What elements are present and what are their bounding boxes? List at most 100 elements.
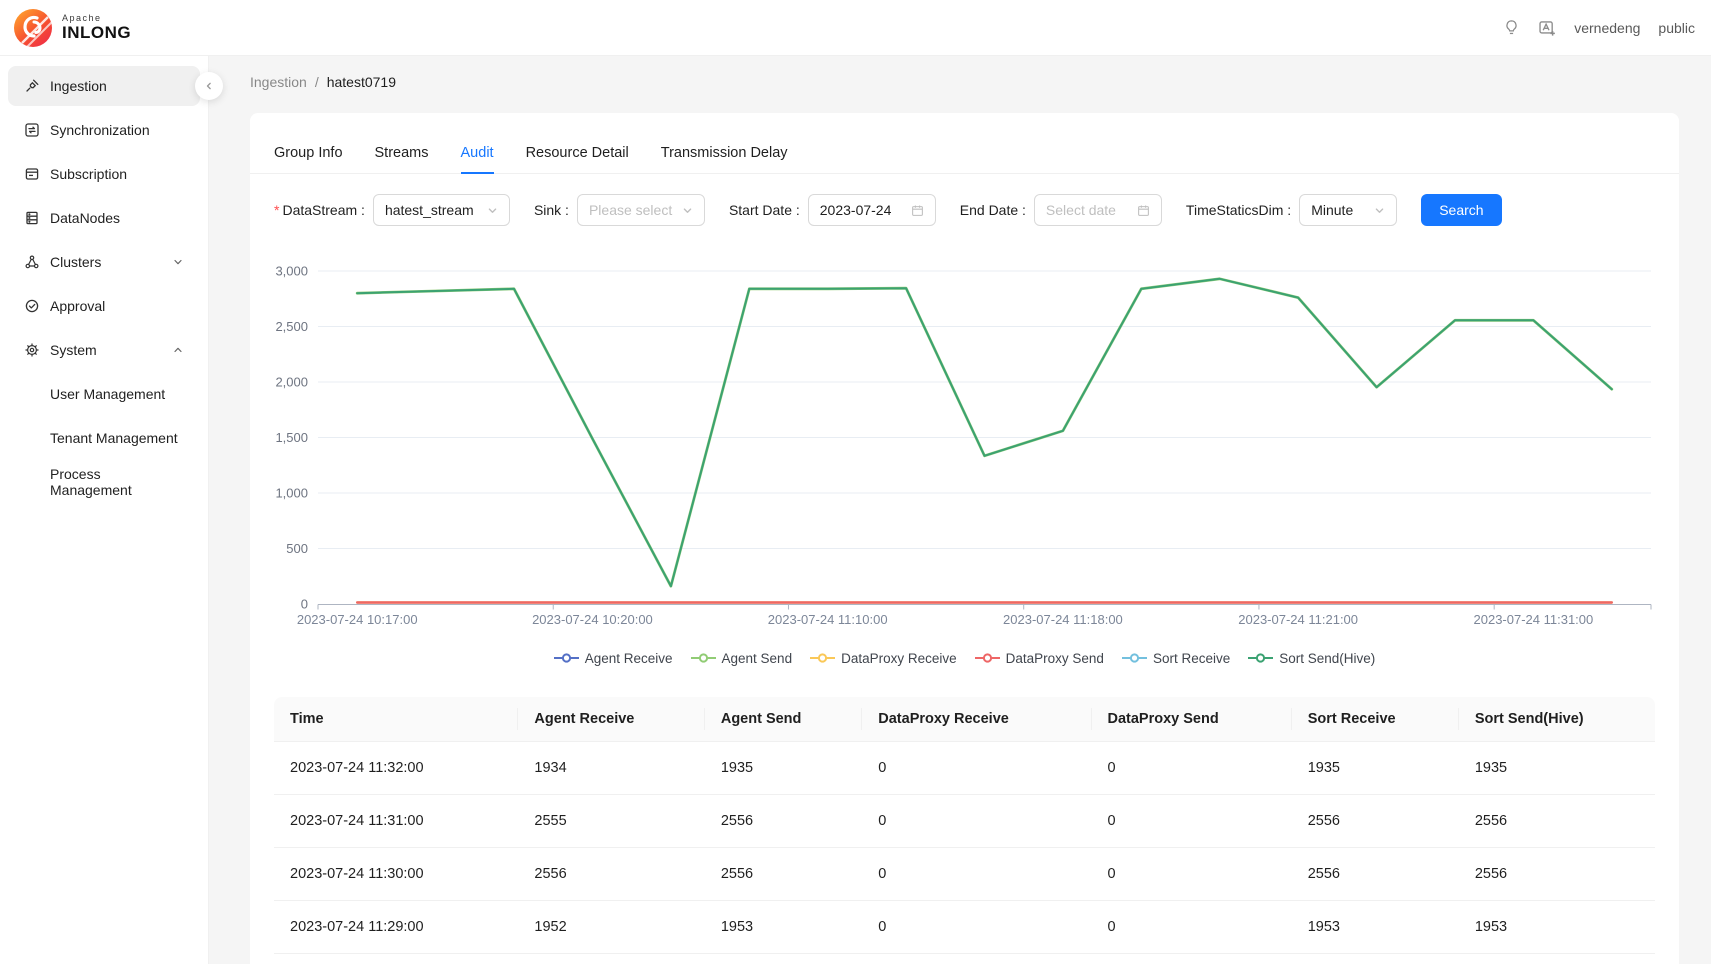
chevron-down-icon bbox=[487, 205, 498, 216]
table-cell: 2023-07-24 11:29:00 bbox=[274, 901, 518, 954]
tab-resource-detail[interactable]: Resource Detail bbox=[526, 135, 629, 173]
legend-label: Agent Send bbox=[722, 651, 793, 666]
table-cell: 2023-07-24 11:31:00 bbox=[274, 795, 518, 848]
x-axis-label: 2023-07-24 11:21:00 bbox=[1238, 612, 1358, 627]
sidebar-item-label: Synchronization bbox=[50, 122, 150, 138]
datastream-select[interactable]: hatest_stream bbox=[373, 194, 510, 226]
chevron-down-icon bbox=[682, 205, 693, 216]
subscription-icon bbox=[24, 166, 40, 182]
plug-icon bbox=[24, 78, 40, 94]
legend-item-dataproxy-receive[interactable]: DataProxy Receive bbox=[810, 651, 957, 666]
legend-item-sort-send-hive-[interactable]: Sort Send(Hive) bbox=[1248, 651, 1375, 666]
y-axis-label: 0 bbox=[301, 597, 308, 612]
table-cell: 0 bbox=[862, 848, 1091, 901]
sink-label: Sink : bbox=[534, 202, 569, 218]
table-cell: 1935 bbox=[1459, 742, 1655, 795]
table-cell: 2556 bbox=[1459, 848, 1655, 901]
legend-marker-icon bbox=[1248, 653, 1273, 663]
y-axis-label: 3,000 bbox=[275, 264, 308, 279]
end-date-label: End Date : bbox=[960, 202, 1026, 218]
table-cell: 2555 bbox=[518, 795, 704, 848]
sync-icon bbox=[24, 122, 40, 138]
chevron-down-icon bbox=[172, 256, 184, 268]
chart-legend: Agent Receive Agent Send DataProxy Receive… bbox=[250, 647, 1679, 669]
sidebar-item-tenant-management[interactable]: Tenant Management bbox=[8, 418, 200, 458]
main-content: Ingestion / hatest0719 Group Info Stream… bbox=[209, 56, 1711, 964]
legend-item-dataproxy-send[interactable]: DataProxy Send bbox=[975, 651, 1104, 666]
table-row: 2023-07-24 11:30:00255625560025562556 bbox=[274, 848, 1655, 901]
calendar-icon bbox=[1137, 204, 1150, 217]
legend-item-agent-send[interactable]: Agent Send bbox=[691, 651, 793, 666]
series-line-agent-send bbox=[357, 279, 1612, 586]
legend-label: Sort Send(Hive) bbox=[1279, 651, 1375, 666]
y-axis-label: 1,000 bbox=[275, 486, 308, 501]
tab-transmission-delay[interactable]: Transmission Delay bbox=[661, 135, 788, 173]
table-row: 2023-07-24 11:29:00195219530019531953 bbox=[274, 901, 1655, 954]
sidebar-item-system[interactable]: System bbox=[8, 330, 200, 370]
table-cell: 1953 bbox=[1292, 901, 1459, 954]
app-logo[interactable]: Apache INLONG bbox=[14, 9, 131, 47]
sidebar-item-datanodes[interactable]: DataNodes bbox=[8, 198, 200, 238]
breadcrumb-parent[interactable]: Ingestion bbox=[250, 74, 307, 90]
end-date-picker[interactable] bbox=[1034, 194, 1162, 226]
search-button[interactable]: Search bbox=[1421, 194, 1501, 226]
legend-item-sort-receive[interactable]: Sort Receive bbox=[1122, 651, 1230, 666]
tab-streams[interactable]: Streams bbox=[375, 135, 429, 173]
table-header-cell: Agent Receive bbox=[518, 697, 704, 742]
table-cell: 0 bbox=[862, 742, 1091, 795]
detail-card: Group Info Streams Audit Resource Detail… bbox=[250, 113, 1679, 964]
end-date-input[interactable] bbox=[1046, 202, 1131, 218]
start-date-picker[interactable] bbox=[808, 194, 936, 226]
series-line-agent-receive bbox=[357, 279, 1612, 586]
sidebar-subitem-label: Tenant Management bbox=[50, 430, 178, 446]
x-axis-label: 2023-07-24 11:31:00 bbox=[1474, 612, 1594, 627]
audit-table: TimeAgent ReceiveAgent SendDataProxy Rec… bbox=[274, 697, 1655, 954]
legend-item-agent-receive[interactable]: Agent Receive bbox=[554, 651, 673, 666]
table-header-cell: Agent Send bbox=[705, 697, 862, 742]
sidebar-item-user-management[interactable]: User Management bbox=[8, 374, 200, 414]
sink-select[interactable]: Please select bbox=[577, 194, 705, 226]
sidebar-item-label: Ingestion bbox=[50, 78, 107, 94]
x-axis-label: 2023-07-24 11:18:00 bbox=[1003, 612, 1123, 627]
start-date-input[interactable] bbox=[820, 202, 905, 218]
table-cell: 0 bbox=[1092, 901, 1292, 954]
audit-chart: 05001,0001,5002,0002,5003,0002023-07-24 … bbox=[250, 240, 1679, 669]
timestaticsdim-select[interactable]: Minute bbox=[1299, 194, 1397, 226]
username-label[interactable]: vernedeng bbox=[1574, 20, 1640, 36]
sidebar-item-ingestion[interactable]: Ingestion bbox=[8, 66, 200, 106]
legend-marker-icon bbox=[810, 653, 835, 663]
table-cell: 0 bbox=[862, 901, 1091, 954]
sidebar-item-subscription[interactable]: Subscription bbox=[8, 154, 200, 194]
table-cell: 1935 bbox=[1292, 742, 1459, 795]
table-cell: 1953 bbox=[705, 901, 862, 954]
y-axis-label: 2,000 bbox=[275, 375, 308, 390]
table-cell: 1953 bbox=[1459, 901, 1655, 954]
breadcrumb-separator: / bbox=[315, 74, 319, 90]
table-header-cell: DataProxy Send bbox=[1092, 697, 1292, 742]
legend-marker-icon bbox=[554, 653, 579, 663]
table-header-cell: Sort Receive bbox=[1292, 697, 1459, 742]
sidebar-collapse-button[interactable] bbox=[195, 72, 223, 100]
legend-label: Sort Receive bbox=[1153, 651, 1230, 666]
sidebar-item-synchronization[interactable]: Synchronization bbox=[8, 110, 200, 150]
lightbulb-icon[interactable] bbox=[1503, 19, 1520, 36]
top-header: Apache INLONG vernedeng public bbox=[0, 0, 1711, 56]
y-axis-label: 1,500 bbox=[275, 430, 308, 445]
tab-audit[interactable]: Audit bbox=[461, 135, 494, 173]
datastream-label: *DataStream : bbox=[274, 202, 365, 218]
chevron-down-icon bbox=[1374, 205, 1385, 216]
tab-group-info[interactable]: Group Info bbox=[274, 135, 343, 173]
sidebar-item-approval[interactable]: Approval bbox=[8, 286, 200, 326]
tenant-label[interactable]: public bbox=[1658, 20, 1695, 36]
legend-label: Agent Receive bbox=[585, 651, 673, 666]
sidebar-item-clusters[interactable]: Clusters bbox=[8, 242, 200, 282]
brand-apache-label: Apache bbox=[62, 13, 131, 23]
sidebar-item-label: DataNodes bbox=[50, 210, 120, 226]
table-cell: 2556 bbox=[1459, 795, 1655, 848]
brand-inlong-label: INLONG bbox=[62, 23, 131, 43]
y-axis-label: 500 bbox=[286, 541, 308, 556]
language-switch-icon[interactable] bbox=[1538, 19, 1556, 37]
sidebar-item-process-management[interactable]: Process Management bbox=[8, 462, 200, 502]
legend-marker-icon bbox=[975, 653, 1000, 663]
sidebar: Ingestion Synchronization Subscription bbox=[0, 56, 209, 964]
